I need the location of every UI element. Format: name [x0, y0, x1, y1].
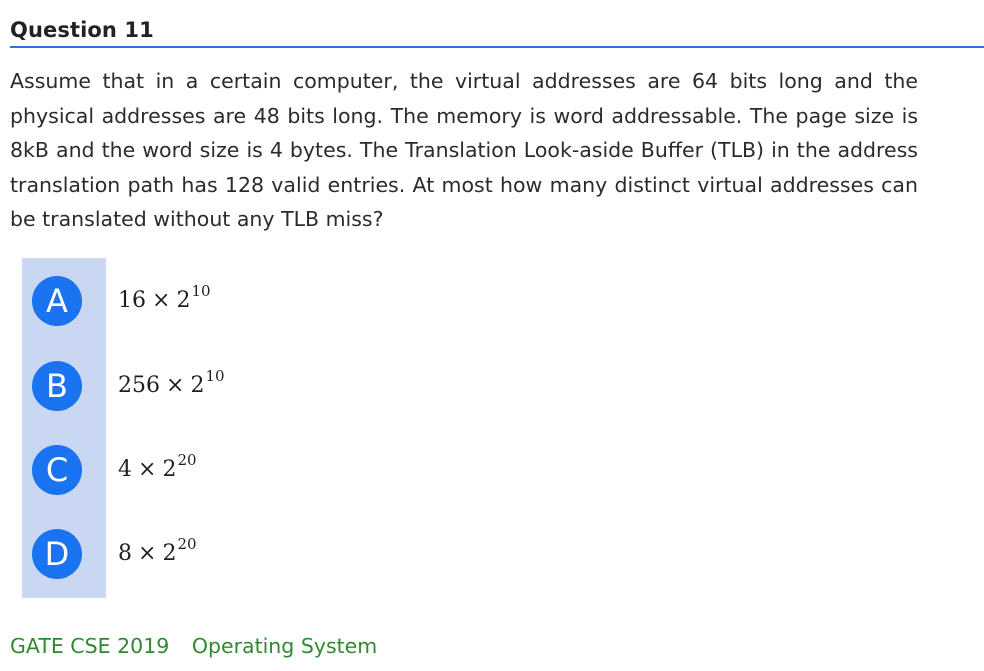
- option-base: 2: [190, 373, 205, 398]
- option-exponent: 20: [177, 535, 197, 553]
- option-letter-d[interactable]: D: [32, 529, 82, 579]
- option-exponent: 10: [191, 282, 211, 300]
- option-coef: 4: [118, 457, 132, 482]
- times-symbol: ×: [138, 541, 157, 566]
- option-value-b[interactable]: 256 × 210: [118, 367, 225, 398]
- option-d[interactable]: D 8 × 220: [32, 529, 632, 579]
- option-value-a[interactable]: 16 × 210: [118, 282, 211, 313]
- times-symbol: ×: [152, 288, 171, 313]
- question-text: Assume that in a certain computer, the v…: [10, 69, 918, 231]
- option-coef: 8: [118, 541, 132, 566]
- option-coef: 256: [118, 373, 160, 398]
- option-base: 2: [162, 457, 177, 482]
- tag-exam[interactable]: GATE CSE 2019: [10, 634, 169, 658]
- tag-subject[interactable]: Operating System: [192, 634, 377, 658]
- option-b[interactable]: B 256 × 210: [32, 361, 632, 411]
- option-base: 2: [162, 541, 177, 566]
- option-letter-c[interactable]: C: [32, 445, 82, 495]
- option-value-d[interactable]: 8 × 220: [118, 535, 197, 566]
- question-title: Question 11: [10, 18, 154, 42]
- option-letter-a[interactable]: A: [32, 276, 82, 326]
- option-a[interactable]: A 16 × 210: [32, 276, 632, 326]
- option-base: 2: [176, 288, 191, 313]
- option-letter-b[interactable]: B: [32, 361, 82, 411]
- option-exponent: 20: [177, 451, 197, 469]
- times-symbol: ×: [138, 457, 157, 482]
- option-value-c[interactable]: 4 × 220: [118, 451, 197, 482]
- option-c[interactable]: C 4 × 220: [32, 445, 632, 495]
- option-exponent: 10: [205, 367, 225, 385]
- tag-list: GATE CSE 2019 Operating System: [10, 634, 393, 658]
- question-header: Question 11: [10, 14, 984, 48]
- times-symbol: ×: [166, 373, 185, 398]
- option-coef: 16: [118, 288, 146, 313]
